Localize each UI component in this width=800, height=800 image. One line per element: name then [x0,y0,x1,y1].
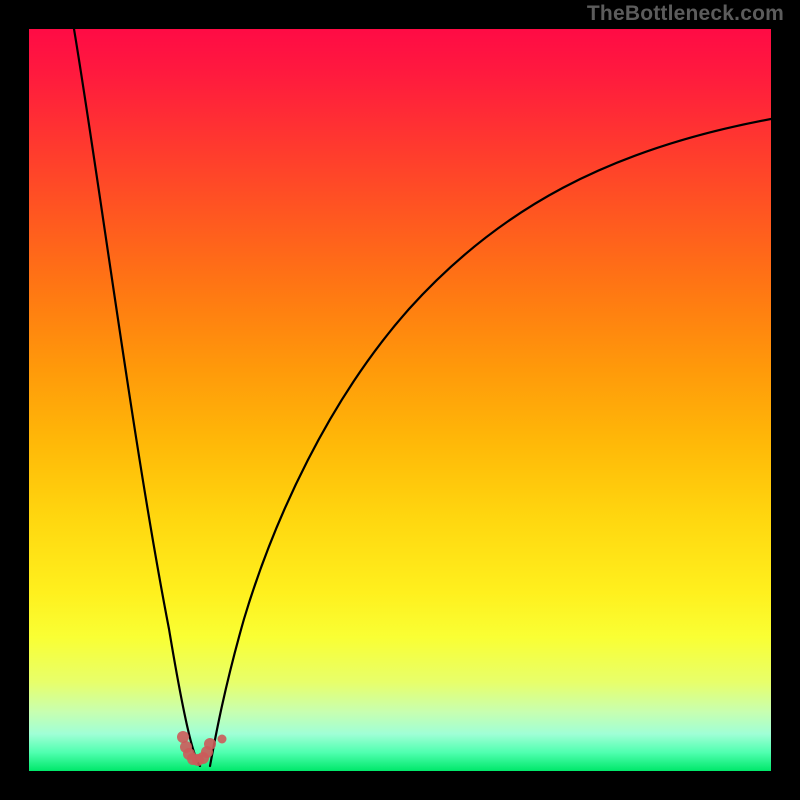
curve-left [74,29,200,766]
watermark-label: TheBottleneck.com [587,2,784,26]
curve-right [210,119,771,766]
plot-area [29,29,771,771]
curves-layer [29,29,771,771]
marker-cluster [177,731,227,766]
chart-frame: TheBottleneck.com [0,0,800,800]
